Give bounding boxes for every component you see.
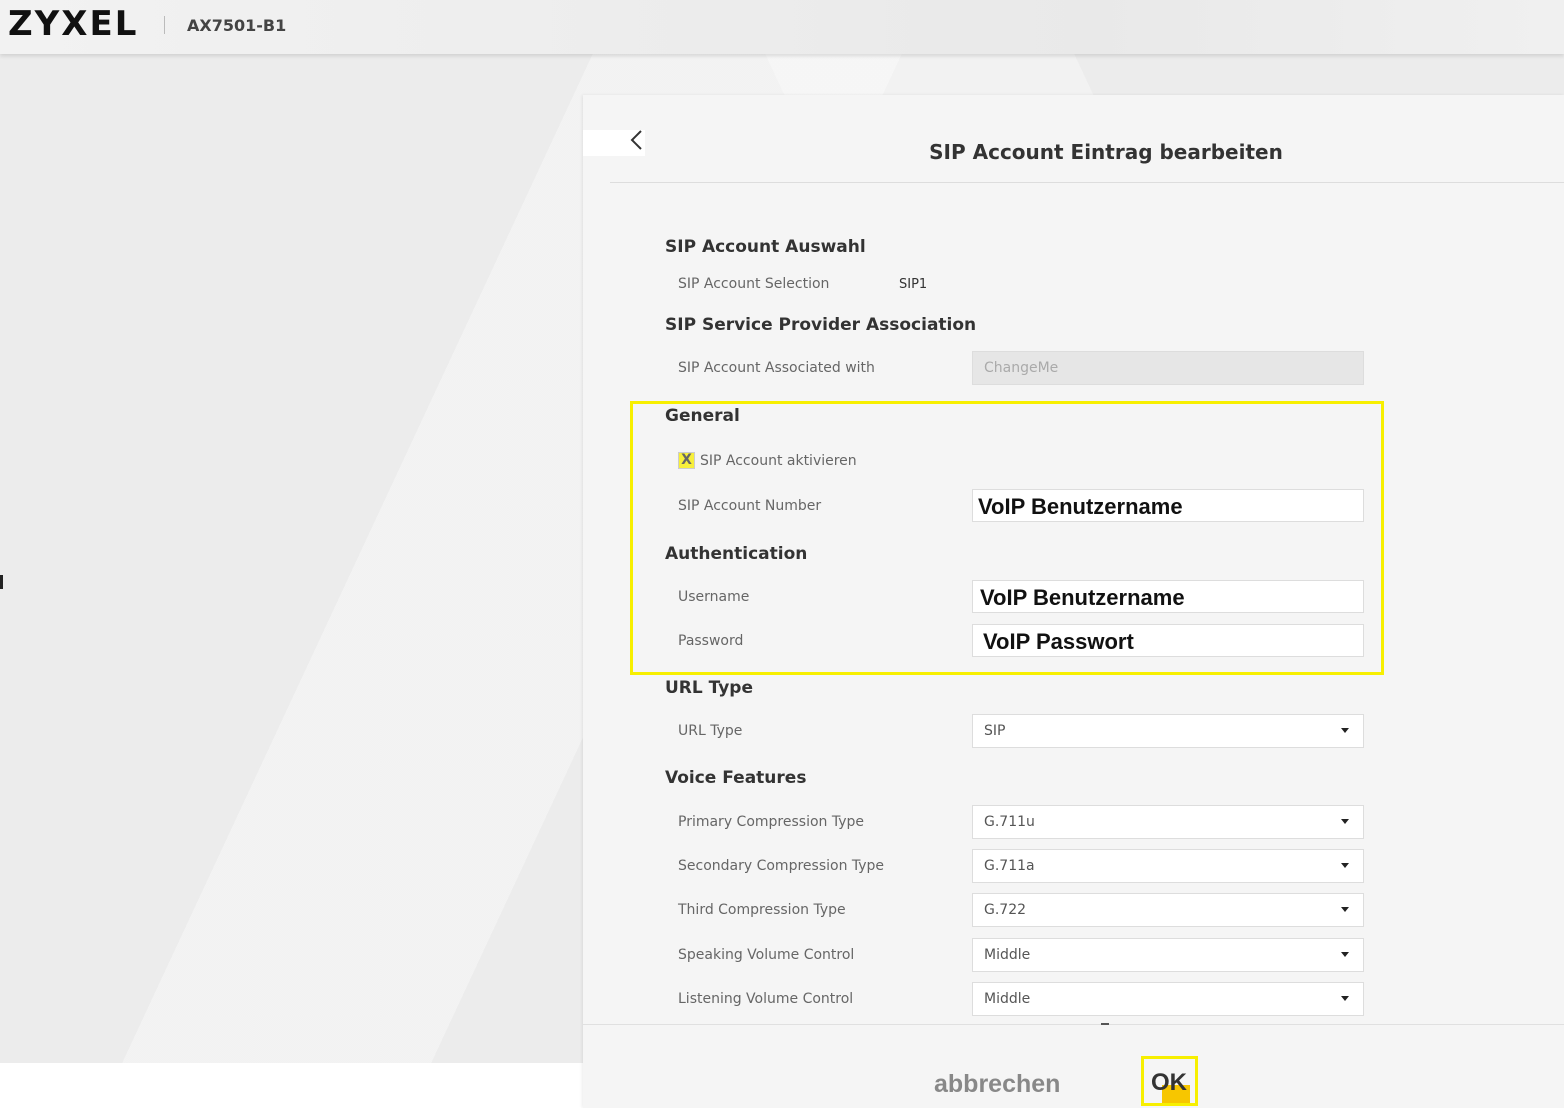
password-input[interactable]: VoIP Passwort	[972, 624, 1364, 657]
listening-volume-value: Middle	[984, 991, 1031, 1007]
section-general-title: General	[665, 406, 740, 426]
cancel-button[interactable]: abbrechen	[934, 1070, 1060, 1099]
listening-volume-select[interactable]: Middle	[972, 982, 1364, 1016]
scroll-indicator	[1101, 1023, 1109, 1025]
username-input[interactable]: VoIP Benutzername	[972, 580, 1364, 613]
listening-volume-label: Listening Volume Control	[678, 991, 854, 1007]
password-label: Password	[678, 633, 744, 649]
third-compression-value: G.722	[984, 902, 1027, 918]
third-compression-label: Third Compression Type	[678, 902, 846, 918]
ok-button[interactable]: OK	[1141, 1056, 1198, 1106]
ok-button-label: OK	[1151, 1069, 1187, 1096]
sip-account-selection-label: SIP Account Selection	[678, 276, 830, 292]
primary-compression-select[interactable]: G.711u	[972, 805, 1364, 839]
chevron-down-icon	[1341, 728, 1349, 733]
url-type-label: URL Type	[678, 723, 743, 739]
section-url-type-title: URL Type	[665, 678, 754, 698]
zyxel-logo: ZYXEL	[8, 4, 139, 44]
panel-title: SIP Account Eintrag bearbeiten	[929, 140, 1283, 164]
model-name: AX7501-B1	[187, 16, 287, 35]
section-provider-title: SIP Service Provider Association	[665, 315, 977, 335]
top-bar: ZYXEL AX7501-B1	[0, 0, 1564, 54]
sip-account-number-label: SIP Account Number	[678, 498, 822, 514]
username-label: Username	[678, 589, 750, 605]
primary-compression-label: Primary Compression Type	[678, 814, 864, 830]
chevron-down-icon	[1341, 952, 1349, 957]
bottom-strip	[0, 1063, 584, 1108]
chevron-down-icon	[1341, 996, 1349, 1001]
title-divider	[610, 182, 1564, 183]
secondary-compression-value: G.711a	[984, 858, 1035, 874]
speaking-volume-label: Speaking Volume Control	[678, 947, 855, 963]
sip-account-number-input[interactable]: VoIP Benutzername	[972, 489, 1364, 522]
section-account-select-title: SIP Account Auswahl	[665, 237, 866, 257]
footer-divider	[583, 1024, 1564, 1025]
url-type-value: SIP	[984, 723, 1006, 739]
section-voice-features-title: Voice Features	[665, 768, 807, 788]
secondary-compression-label: Secondary Compression Type	[678, 858, 885, 874]
chevron-down-icon	[1341, 863, 1349, 868]
sip-associated-field: ChangeMe	[972, 351, 1364, 385]
speaking-volume-select[interactable]: Middle	[972, 938, 1364, 972]
logo-divider	[164, 16, 165, 34]
sip-account-enable-label: SIP Account aktivieren	[700, 453, 857, 469]
edge-mark	[0, 575, 3, 589]
primary-compression-value: G.711u	[984, 814, 1035, 830]
url-type-select[interactable]: SIP	[972, 714, 1364, 748]
sip-associated-label: SIP Account Associated with	[678, 360, 875, 376]
sip-account-enable-checkbox[interactable]: X	[678, 452, 695, 469]
section-authentication-title: Authentication	[665, 544, 808, 564]
third-compression-select[interactable]: G.722	[972, 893, 1364, 927]
chevron-down-icon	[1341, 907, 1349, 912]
sip-account-selection-value: SIP1	[899, 277, 928, 292]
speaking-volume-value: Middle	[984, 947, 1031, 963]
chevron-down-icon	[1341, 819, 1349, 824]
secondary-compression-select[interactable]: G.711a	[972, 849, 1364, 883]
